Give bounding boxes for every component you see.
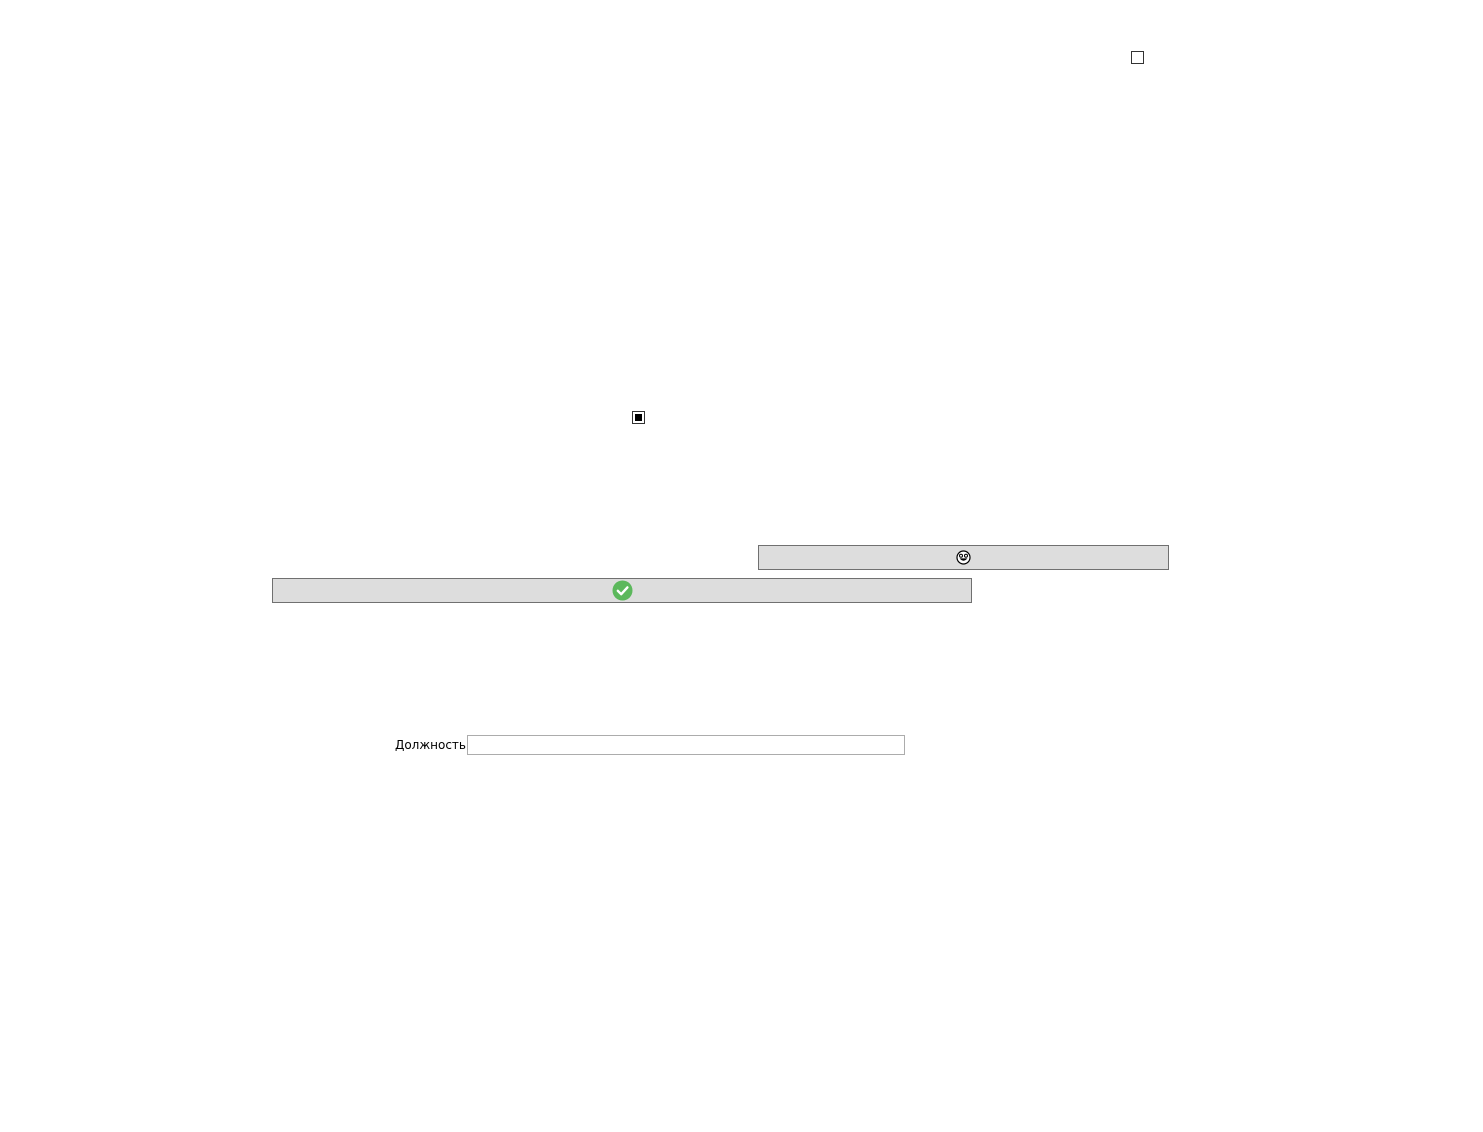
- emoji-button[interactable]: [758, 545, 1169, 570]
- top-checkbox[interactable]: [1131, 51, 1144, 64]
- green-checkmark-icon: [612, 580, 633, 601]
- position-input[interactable]: [467, 735, 905, 755]
- smiling-face-icon: [956, 550, 971, 565]
- confirm-button[interactable]: [272, 578, 972, 603]
- middle-checkbox[interactable]: [632, 411, 645, 424]
- checkbox-indeterminate-mark: [635, 414, 642, 421]
- position-label: Должность: [394, 738, 466, 752]
